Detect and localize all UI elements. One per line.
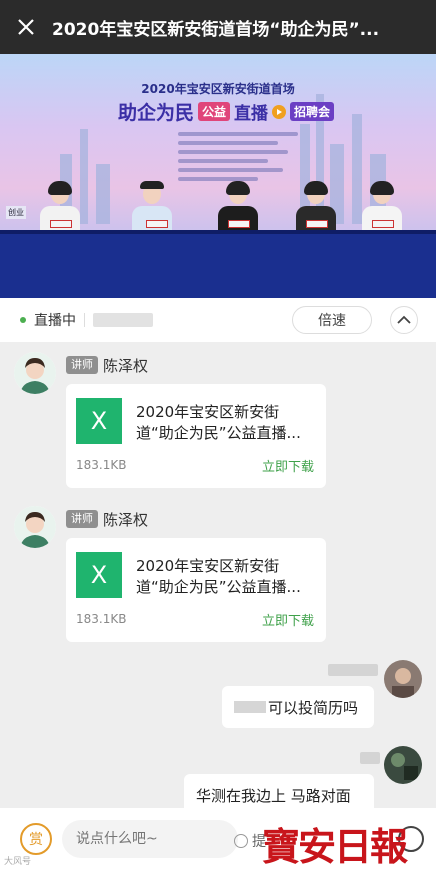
background-building bbox=[96, 164, 110, 224]
source-watermark: 大风号 bbox=[4, 857, 32, 867]
close-button[interactable] bbox=[0, 0, 52, 54]
viewer-count-blurred bbox=[93, 313, 153, 327]
collapse-button[interactable] bbox=[390, 306, 418, 334]
sender-name-blurred bbox=[328, 664, 378, 676]
live-video-player[interactable]: 2020年宝安区新安街道首场 助企为民 公益 直播 招聘会 创业 bbox=[0, 54, 436, 298]
organizer-lines bbox=[178, 132, 298, 186]
name-plate bbox=[50, 220, 72, 228]
file-card[interactable]: X 2020年宝安区新安街道“助企为民”公益直播... 183.1KB 立即下载 bbox=[66, 538, 326, 642]
file-size: 183.1KB bbox=[76, 458, 127, 472]
banner-main: 助企为民 bbox=[118, 102, 195, 124]
corner-logo: 创业 bbox=[6, 206, 26, 219]
title-bar: 2020年宝安区新安街道首场“助企为民”... bbox=[0, 0, 436, 54]
lecturer-avatar-icon bbox=[14, 506, 56, 548]
name-plate bbox=[228, 220, 250, 228]
file-name: 2020年宝安区新安街道“助企为民”公益直播... bbox=[136, 557, 301, 596]
live-label: 直播中 bbox=[34, 313, 76, 329]
speed-button[interactable]: 倍速 bbox=[292, 306, 372, 334]
banner-tag-job-fair: 招聘会 bbox=[290, 102, 335, 121]
stage-table bbox=[0, 230, 436, 298]
blurred-text bbox=[234, 701, 266, 713]
file-size: 183.1KB bbox=[76, 612, 127, 626]
chat-bubble: 可以投简历吗 bbox=[222, 686, 374, 728]
excel-file-icon: X bbox=[76, 398, 122, 444]
banner-main-live: 直播 bbox=[234, 104, 269, 124]
name-plate bbox=[372, 220, 394, 228]
chat-input-bar: 赏 提 寶安日報 大风号 bbox=[0, 808, 436, 872]
banner-tag-public: 公益 bbox=[198, 102, 231, 121]
chevron-up-icon bbox=[397, 315, 411, 324]
avatar[interactable] bbox=[14, 352, 56, 394]
reward-button[interactable]: 赏 bbox=[20, 823, 52, 855]
page-title: 2020年宝安区新安街道首场“助企为民”... bbox=[52, 19, 380, 40]
lecturer-badge: 讲师 bbox=[66, 356, 98, 374]
avatar[interactable] bbox=[384, 660, 422, 698]
avatar[interactable] bbox=[384, 746, 422, 784]
chat-input[interactable] bbox=[62, 820, 238, 858]
user-avatar-icon bbox=[384, 660, 422, 698]
live-dot-icon bbox=[20, 317, 26, 323]
message-text: 华测在我边上 马路对面 bbox=[196, 786, 351, 805]
sender-name-blurred bbox=[360, 752, 380, 764]
lecturer-badge: 讲师 bbox=[66, 510, 98, 528]
radio-icon bbox=[234, 834, 248, 848]
close-icon bbox=[18, 19, 34, 35]
user-avatar-icon bbox=[384, 746, 422, 784]
excel-file-icon: X bbox=[76, 552, 122, 598]
download-button[interactable]: 立即下载 bbox=[262, 610, 314, 629]
file-card[interactable]: X 2020年宝安区新安街道“助企为民”公益直播... 183.1KB 立即下载 bbox=[66, 384, 326, 488]
background-building bbox=[80, 129, 88, 224]
video-headline: 2020年宝安区新安街道首场 bbox=[141, 82, 295, 96]
name-plate bbox=[306, 220, 328, 228]
play-icon bbox=[272, 104, 287, 119]
lecturer-avatar-icon bbox=[14, 352, 56, 394]
message-text: 可以投简历吗 bbox=[268, 698, 359, 717]
sender-name: 陈泽权 bbox=[103, 357, 149, 375]
file-name: 2020年宝安区新安街道“助企为民”公益直播... bbox=[136, 403, 301, 442]
name-plate bbox=[146, 220, 168, 228]
background-building bbox=[352, 114, 362, 224]
sender-name: 陈泽权 bbox=[103, 511, 149, 529]
avatar[interactable] bbox=[14, 506, 56, 548]
newspaper-watermark: 寶安日報 bbox=[262, 824, 408, 869]
download-button[interactable]: 立即下载 bbox=[262, 456, 314, 475]
live-status-bar: 直播中 倍速 bbox=[0, 298, 436, 342]
divider bbox=[84, 313, 85, 327]
event-banner: 助企为民 公益 直播 招聘会 bbox=[118, 98, 335, 125]
